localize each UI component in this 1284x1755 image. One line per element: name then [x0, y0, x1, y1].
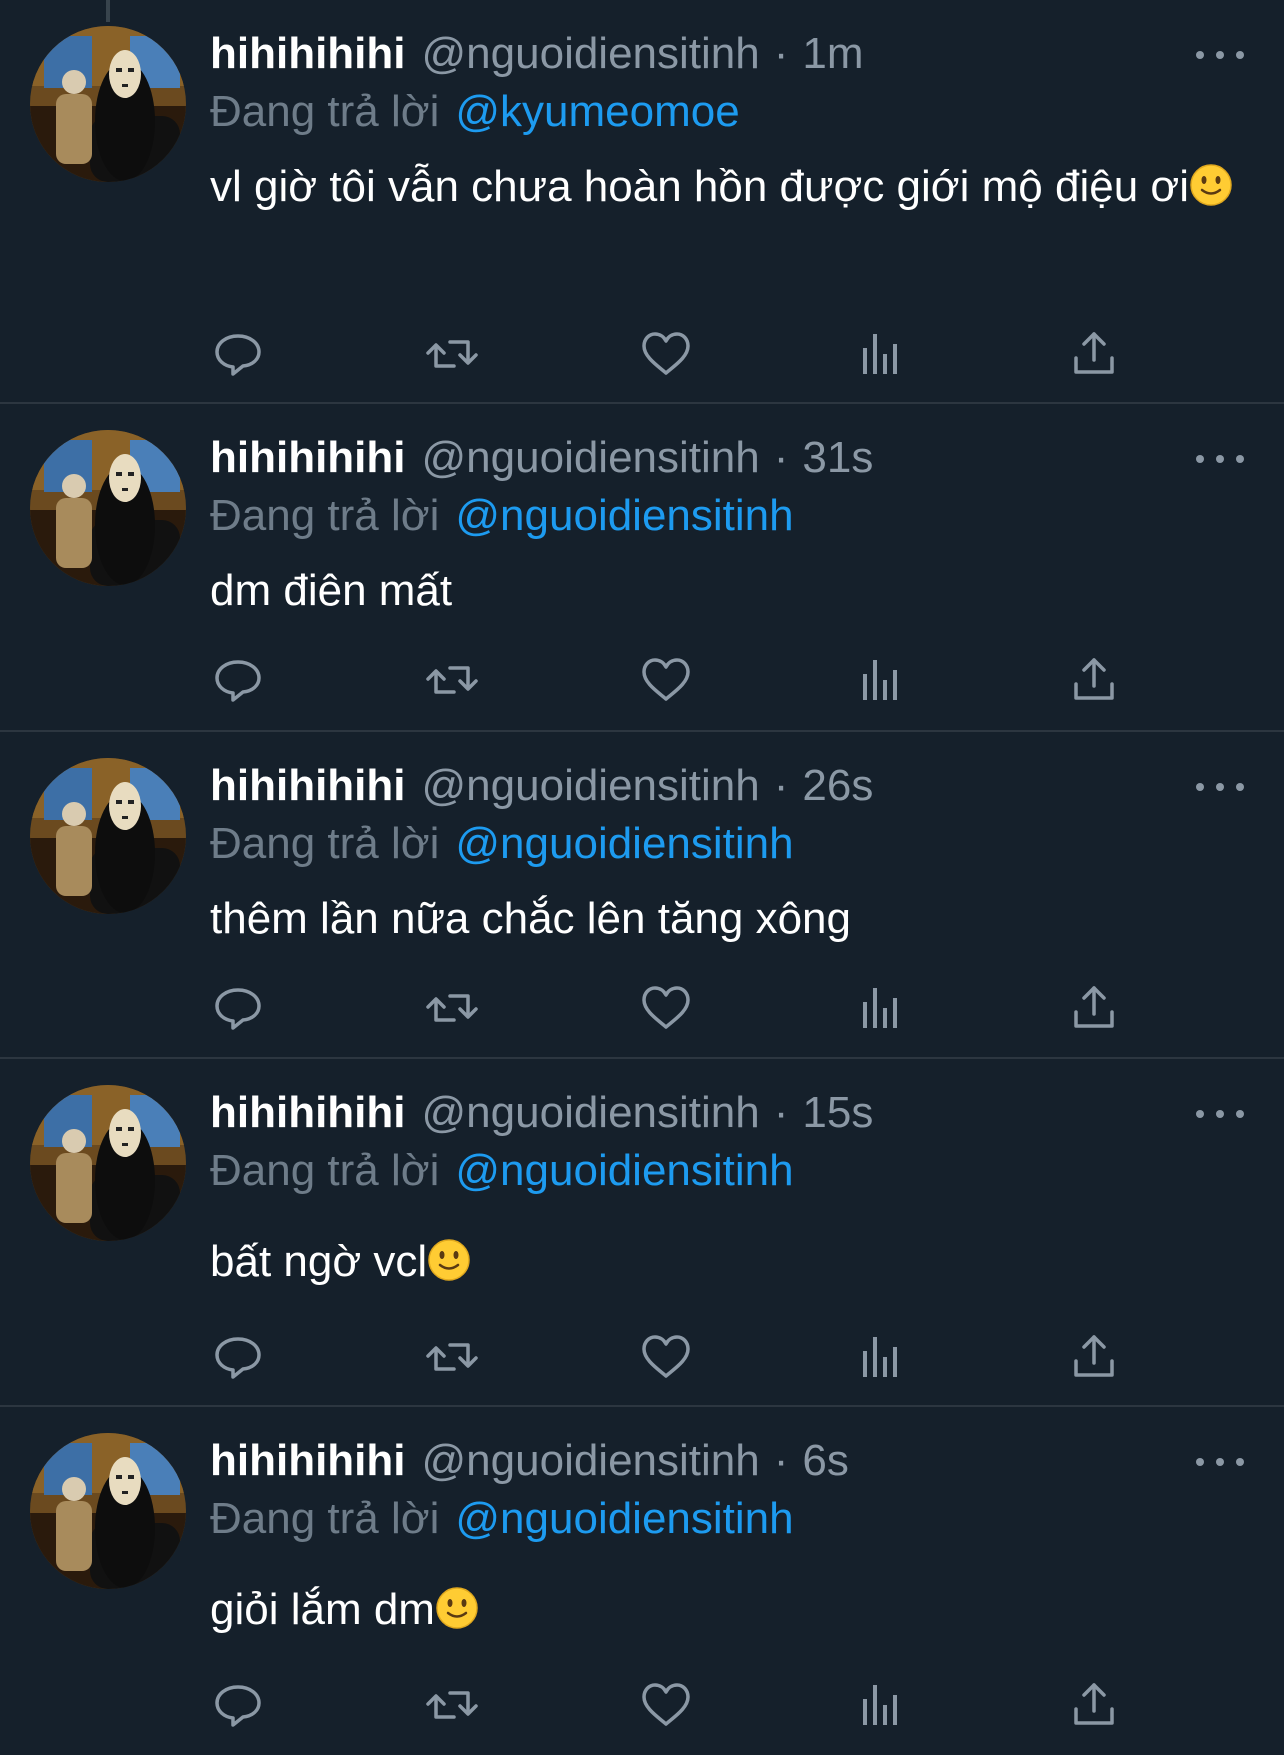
reply-to-handle[interactable]: @nguoidiensitinh — [455, 819, 793, 868]
views-icon[interactable] — [852, 1677, 908, 1733]
avatar[interactable] — [30, 1085, 186, 1241]
avatar[interactable] — [30, 758, 186, 914]
retweet-icon[interactable] — [424, 326, 480, 382]
timestamp[interactable]: 26s — [802, 758, 873, 814]
tweet-actions — [210, 980, 1150, 1036]
separator-dot: · — [773, 433, 789, 482]
views-icon[interactable] — [852, 652, 908, 708]
user-handle[interactable]: @nguoidiensitinh — [422, 1433, 760, 1489]
views-icon[interactable] — [852, 1329, 908, 1385]
tweet-text-container: bất ngờ vcl — [210, 1225, 1260, 1299]
more-icon[interactable] — [1196, 1102, 1244, 1126]
display-name[interactable]: hihihihihi — [210, 1433, 406, 1489]
tweet-text-container: thêm lần nữa chắc lên tăng xông — [210, 882, 1260, 956]
avatar[interactable] — [30, 26, 186, 182]
reply-to-handle[interactable]: @nguoidiensitinh — [455, 1146, 793, 1195]
share-icon[interactable] — [1066, 652, 1122, 708]
display-name[interactable]: hihihihihi — [210, 1085, 406, 1141]
like-icon[interactable] — [638, 1329, 694, 1385]
reply-to-handle[interactable]: @kyumeomoe — [455, 87, 739, 136]
more-icon[interactable] — [1196, 43, 1244, 67]
replying-to-label: Đang trả lời — [210, 491, 440, 540]
separator-dot: · — [773, 1088, 789, 1137]
replying-to: Đang trả lời @nguoidiensitinh — [210, 488, 794, 544]
replying-to: Đang trả lời @nguoidiensitinh — [210, 1491, 794, 1547]
user-handle[interactable]: @nguoidiensitinh — [422, 758, 760, 814]
like-icon[interactable] — [638, 326, 694, 382]
separator-dot: · — [773, 29, 789, 78]
share-icon[interactable] — [1066, 1329, 1122, 1385]
share-icon[interactable] — [1066, 1677, 1122, 1733]
more-icon[interactable] — [1196, 1450, 1244, 1474]
reply-to-handle[interactable]: @nguoidiensitinh — [455, 1494, 793, 1543]
views-icon[interactable] — [852, 980, 908, 1036]
reply-icon[interactable] — [210, 980, 266, 1036]
tweet-text-container: dm điên mất — [210, 554, 1260, 628]
like-icon[interactable] — [638, 1677, 694, 1733]
tweet-text-container: giỏi lắm dm — [210, 1573, 1260, 1647]
reply-icon[interactable] — [210, 326, 266, 382]
more-icon[interactable] — [1196, 447, 1244, 471]
reply-icon[interactable] — [210, 1329, 266, 1385]
replying-to-label: Đang trả lời — [210, 87, 440, 136]
retweet-icon[interactable] — [424, 980, 480, 1036]
replying-to-label: Đang trả lời — [210, 1146, 440, 1195]
display-name[interactable]: hihihihihi — [210, 758, 406, 814]
reply-to-handle[interactable]: @nguoidiensitinh — [455, 491, 793, 540]
tweet[interactable]: hihihihihi @nguoidiensitinh · 15s Đang t… — [0, 1059, 1284, 1407]
tweet-text: giỏi lắm dm — [210, 1585, 435, 1634]
user-handle[interactable]: @nguoidiensitinh — [422, 26, 760, 82]
separator-dot: · — [773, 1436, 789, 1485]
tweet-actions — [210, 652, 1150, 708]
tweet[interactable]: hihihihihi @nguoidiensitinh · 6s Đang tr… — [0, 1407, 1284, 1755]
tweet-header: hihihihihi @nguoidiensitinh · 26s — [210, 758, 873, 814]
timestamp[interactable]: 6s — [802, 1433, 848, 1489]
retweet-icon[interactable] — [424, 1677, 480, 1733]
replying-to-label: Đang trả lời — [210, 1494, 440, 1543]
replying-to: Đang trả lời @nguoidiensitinh — [210, 816, 794, 872]
slightly-smiling-face-emoji — [1189, 156, 1233, 206]
tweet-text: dm điên mất — [210, 566, 453, 615]
tweet[interactable]: hihihihihi @nguoidiensitinh · 26s Đang t… — [0, 732, 1284, 1059]
reply-icon[interactable] — [210, 652, 266, 708]
timestamp[interactable]: 1m — [802, 26, 863, 82]
tweet-text: thêm lần nữa chắc lên tăng xông — [210, 894, 851, 943]
tweet-text: bất ngờ vcl — [210, 1237, 428, 1286]
share-icon[interactable] — [1066, 980, 1122, 1036]
views-icon[interactable] — [852, 326, 908, 382]
tweet[interactable]: hihihihihi @nguoidiensitinh · 31s Đang t… — [0, 404, 1284, 732]
display-name[interactable]: hihihihihi — [210, 26, 406, 82]
more-icon[interactable] — [1196, 775, 1244, 799]
timestamp[interactable]: 31s — [802, 430, 873, 486]
tweet-actions — [210, 1329, 1150, 1385]
user-handle[interactable]: @nguoidiensitinh — [422, 430, 760, 486]
replying-to: Đang trả lời @kyumeomoe — [210, 84, 740, 140]
tweet-header: hihihihihi @nguoidiensitinh · 6s — [210, 1433, 849, 1489]
tweet-text: vl giờ tôi vẫn chưa hoàn hồn được giới m… — [210, 162, 1190, 211]
avatar[interactable] — [30, 430, 186, 586]
tweet-header: hihihihihi @nguoidiensitinh · 1m — [210, 26, 864, 82]
replying-to-label: Đang trả lời — [210, 819, 440, 868]
user-handle[interactable]: @nguoidiensitinh — [422, 1085, 760, 1141]
display-name[interactable]: hihihihihi — [210, 430, 406, 486]
tweet[interactable]: hihihihihi @nguoidiensitinh · 1m Đang tr… — [0, 0, 1284, 404]
separator-dot: · — [773, 761, 789, 810]
timestamp[interactable]: 15s — [802, 1085, 873, 1141]
share-icon[interactable] — [1066, 326, 1122, 382]
tweet-text-container: vl giờ tôi vẫn chưa hoàn hồn được giới m… — [210, 150, 1260, 224]
slightly-smiling-face-emoji — [435, 1579, 479, 1629]
like-icon[interactable] — [638, 652, 694, 708]
tweet-actions — [210, 326, 1150, 382]
avatar[interactable] — [30, 1433, 186, 1589]
retweet-icon[interactable] — [424, 652, 480, 708]
like-icon[interactable] — [638, 980, 694, 1036]
tweet-header: hihihihihi @nguoidiensitinh · 15s — [210, 1085, 873, 1141]
tweet-header: hihihihihi @nguoidiensitinh · 31s — [210, 430, 873, 486]
tweet-actions — [210, 1677, 1150, 1733]
replying-to: Đang trả lời @nguoidiensitinh — [210, 1143, 794, 1199]
slightly-smiling-face-emoji — [427, 1231, 471, 1281]
retweet-icon[interactable] — [424, 1329, 480, 1385]
reply-icon[interactable] — [210, 1677, 266, 1733]
